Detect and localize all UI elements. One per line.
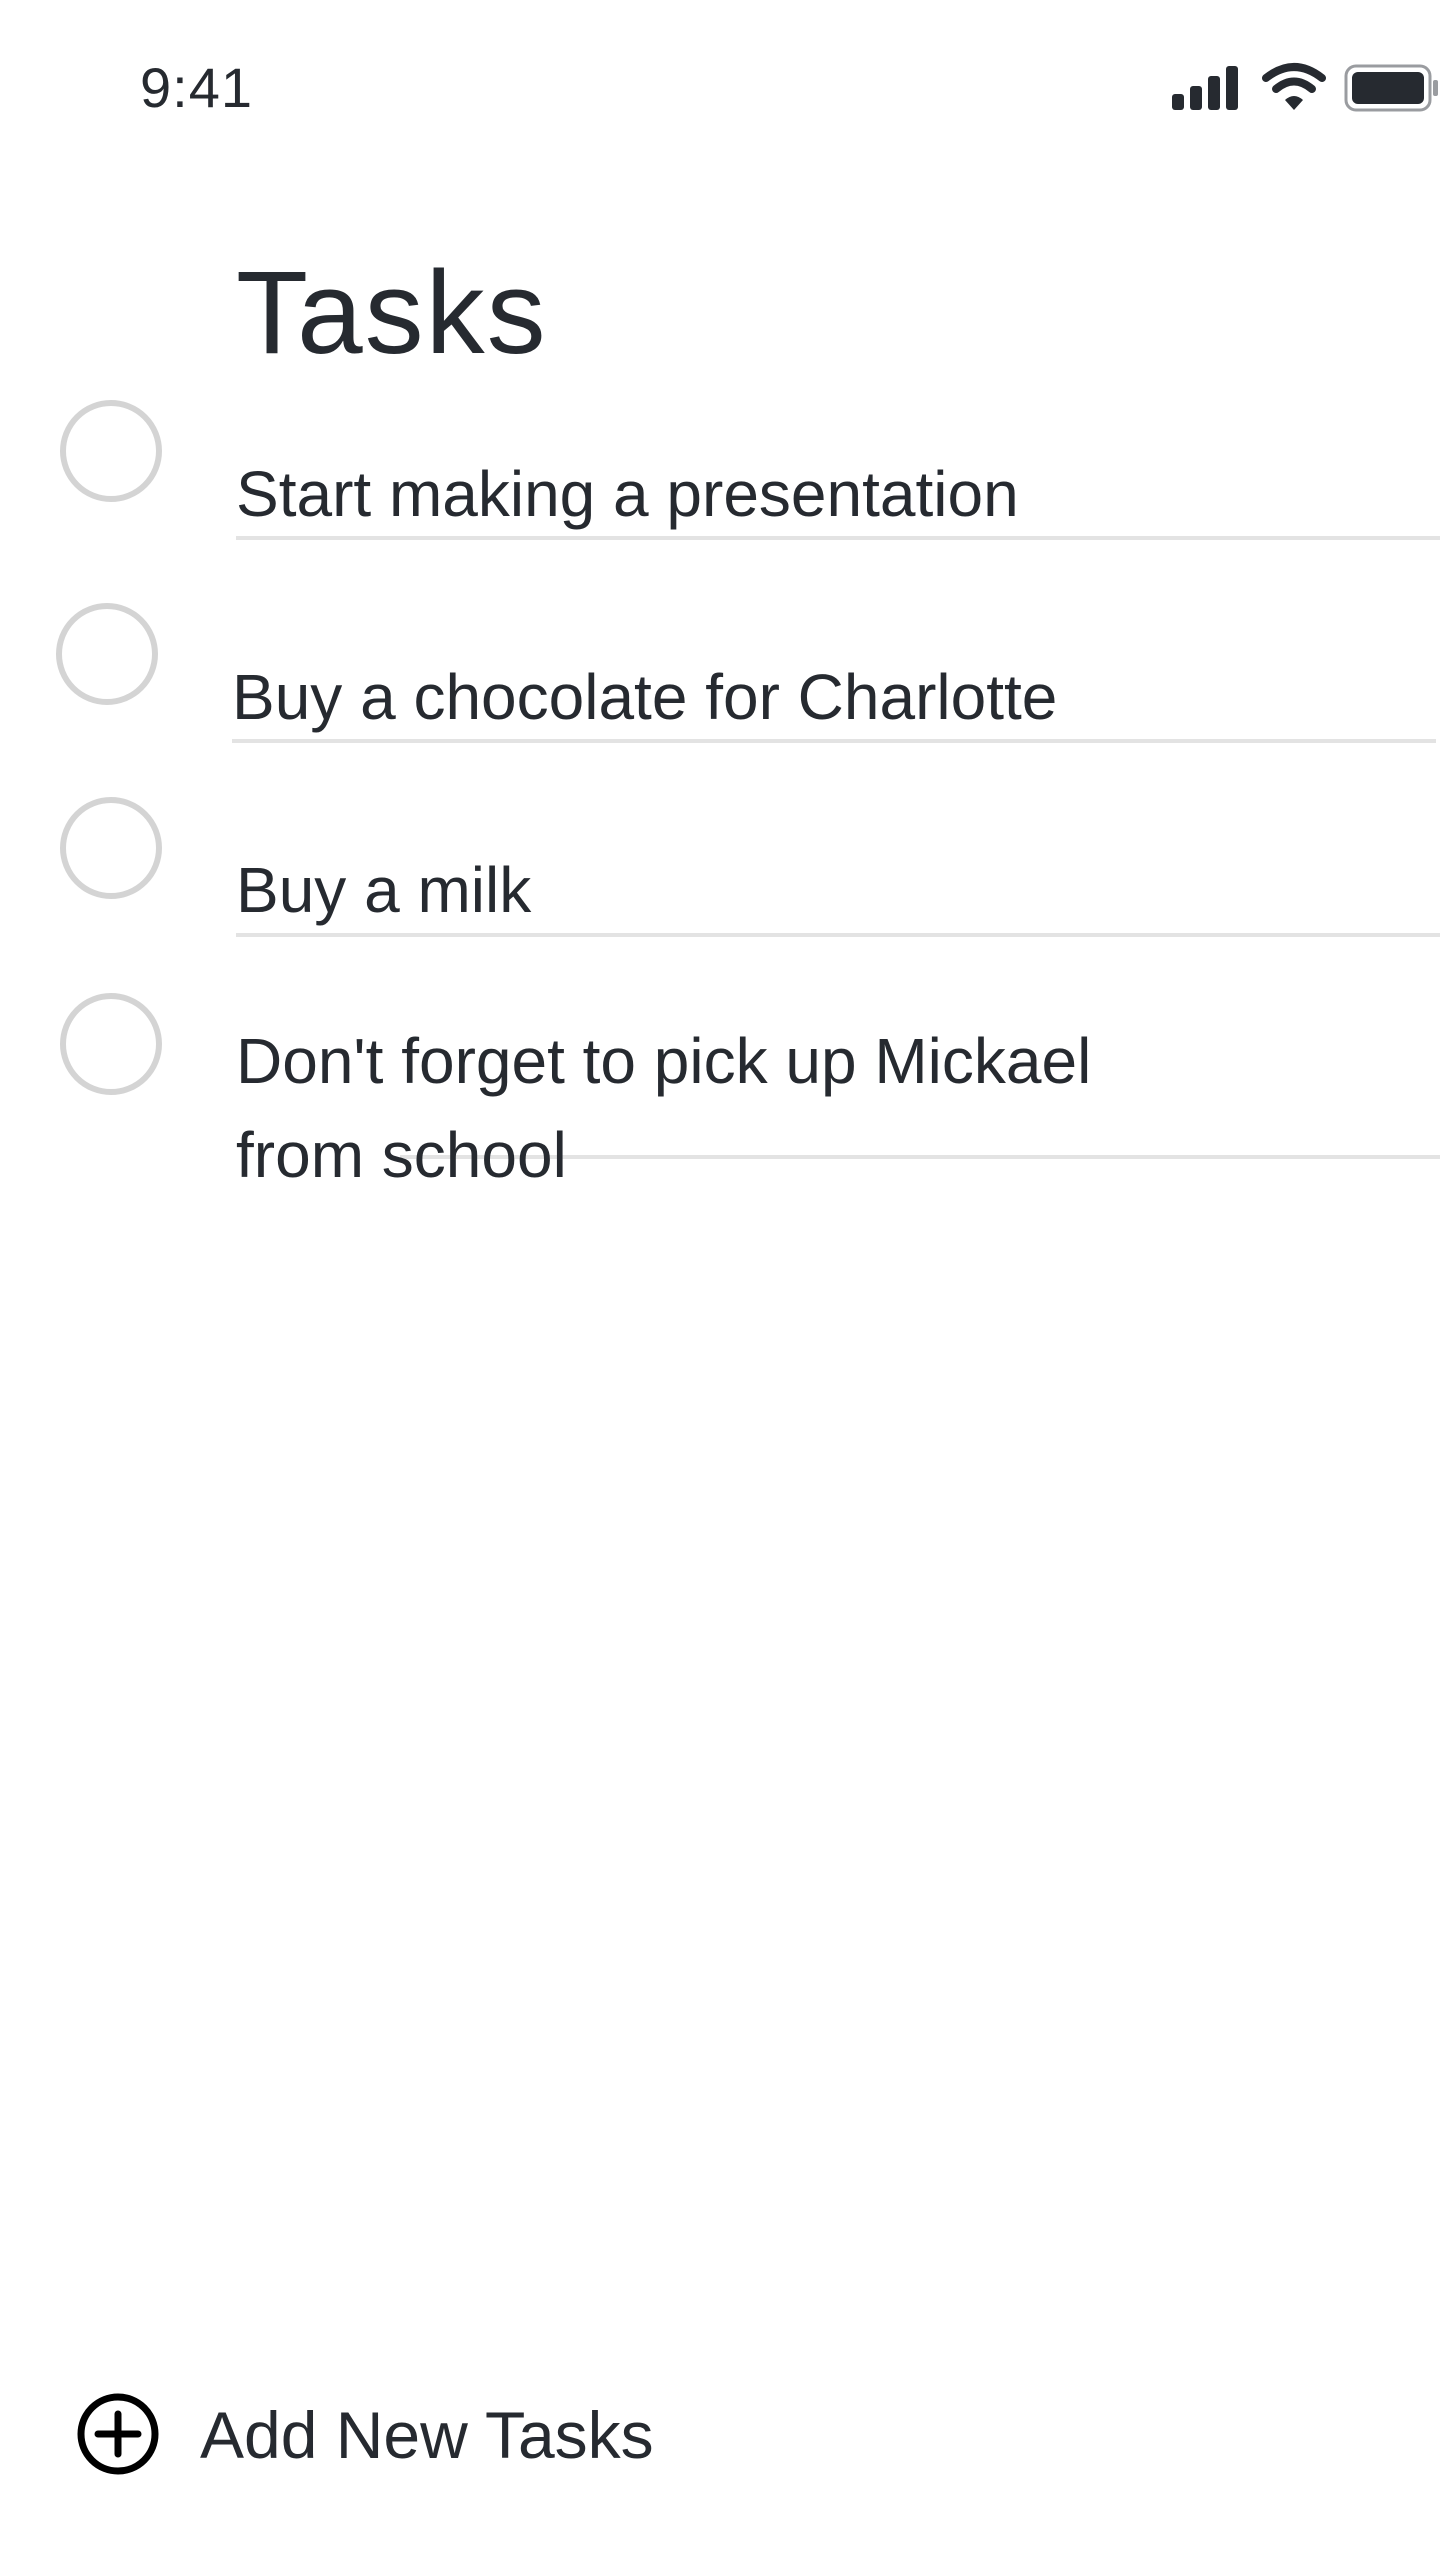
add-task-button[interactable]: Add New Tasks <box>76 2382 676 2482</box>
task-divider <box>236 536 1440 540</box>
task-list: Start making a presentation Buy a chocol… <box>0 0 1440 1300</box>
task-checkbox[interactable] <box>56 603 158 705</box>
task-checkbox[interactable] <box>60 797 162 899</box>
task-divider <box>236 933 1440 937</box>
task-checkbox[interactable] <box>60 993 162 1095</box>
task-label[interactable]: Buy a milk <box>236 843 1336 937</box>
task-divider <box>232 739 1436 743</box>
task-label[interactable]: Buy a chocolate for Charlotte <box>232 650 1332 744</box>
plus-circle-icon <box>77 2393 159 2475</box>
task-label[interactable]: Start making a presentation <box>236 447 1336 541</box>
add-task-label: Add New Tasks <box>200 2398 654 2472</box>
task-label[interactable]: Don't forget to pick up Mickael from sch… <box>236 1014 1236 1202</box>
task-checkbox[interactable] <box>60 400 162 502</box>
